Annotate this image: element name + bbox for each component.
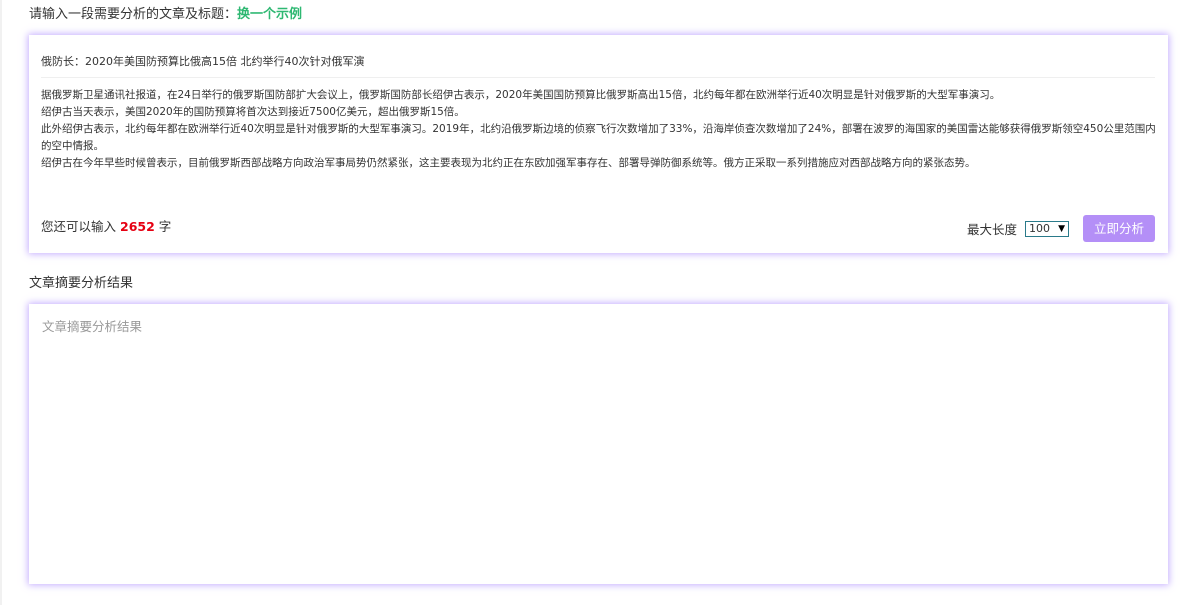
left-divider (0, 0, 2, 605)
article-paragraph: 据俄罗斯卫星通讯社报道，在24日举行的俄罗斯国防部扩大会议上，俄罗斯国防部长绍伊… (41, 89, 1001, 101)
change-example-link[interactable]: 换一个示例 (237, 7, 302, 22)
max-length-select[interactable]: 100 ▼ (1025, 220, 1069, 237)
analyze-button[interactable]: 立即分析 (1083, 215, 1155, 242)
max-length-label: 最大长度 (966, 222, 1017, 237)
counter-suffix: 字 (158, 219, 172, 234)
analyze-controls: 最大长度 100 ▼ 立即分析 (967, 215, 1155, 242)
article-input-card: 俄防长：2020年美国防预算比俄高15倍 北约举行40次针对俄军演 据俄罗斯卫星… (29, 35, 1168, 253)
article-body-textarea[interactable]: 据俄罗斯卫星通讯社报道，在24日举行的俄罗斯国防部扩大会议上，俄罗斯国防部长绍伊… (41, 87, 1157, 207)
remaining-count: 2652 (120, 219, 155, 234)
article-paragraph: 绍伊古在今年早些时候曾表示，目前俄罗斯西部战略方向政治军事局势仍然紧张，这主要表… (41, 157, 976, 169)
summary-result-card[interactable]: 文章摘要分析结果 (29, 304, 1168, 584)
summary-result-placeholder: 文章摘要分析结果 (42, 319, 143, 334)
max-length-value: 100 (1029, 221, 1050, 235)
prompt-row: 请输入一段需要分析的文章及标题：换一个示例 (29, 5, 302, 25)
result-heading: 文章摘要分析结果 (29, 276, 134, 291)
dropdown-arrow-icon: ▼ (1058, 223, 1065, 234)
article-paragraph: 此外绍伊古表示，北约每年都在欧洲举行近40次明显是针对俄罗斯的大型军事演习。20… (41, 123, 1156, 152)
prompt-label: 请输入一段需要分析的文章及标题： (29, 7, 238, 22)
article-title-input[interactable]: 俄防长：2020年美国防预算比俄高15倍 北约举行40次针对俄军演 (41, 48, 1155, 78)
remaining-chars-counter: 您还可以输入 2652 字 (41, 217, 171, 237)
counter-prefix: 您还可以输入 (41, 219, 117, 234)
article-paragraph: 绍伊古当天表示，美国2020年的国防预算将首次达到接近7500亿美元，超出俄罗斯… (41, 106, 465, 118)
page: 请输入一段需要分析的文章及标题：换一个示例 俄防长：2020年美国防预算比俄高1… (0, 0, 1188, 605)
